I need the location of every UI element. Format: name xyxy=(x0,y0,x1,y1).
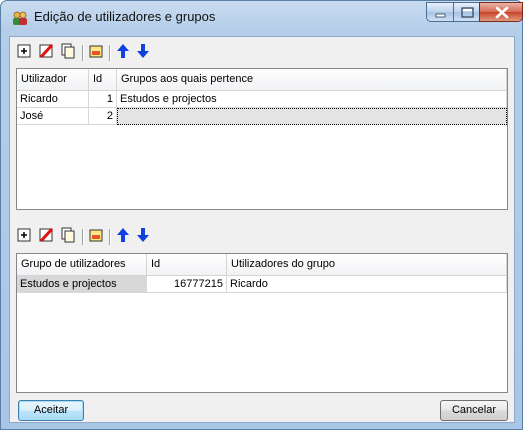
maximize-button[interactable] xyxy=(453,2,480,22)
minimize-icon xyxy=(435,13,446,18)
toolbar-separator xyxy=(109,229,111,245)
table-row[interactable]: Ricardo 1 Estudos e projectos xyxy=(17,91,507,108)
minimize-button[interactable] xyxy=(426,2,454,22)
column-header-id[interactable]: Id xyxy=(89,69,117,90)
move-down-icon[interactable] xyxy=(135,43,153,61)
close-button[interactable] xyxy=(479,2,523,22)
dialog-window: Edição de utilizadores e grupos Utilizad… xyxy=(0,0,523,430)
toolbar-separator xyxy=(82,229,84,245)
title-bar[interactable]: Edição de utilizadores e grupos xyxy=(1,1,523,35)
column-header-id[interactable]: Id xyxy=(147,254,227,275)
table-row[interactable]: Estudos e projectos 16777215 Ricardo xyxy=(17,276,507,293)
toolbar-separator xyxy=(109,45,111,61)
column-header-user[interactable]: Utilizador xyxy=(17,69,89,90)
maximize-icon xyxy=(461,7,474,18)
copy-icon[interactable] xyxy=(60,227,78,245)
cancel-button[interactable]: Cancelar xyxy=(440,400,508,421)
edit-icon[interactable] xyxy=(88,227,106,245)
cell-id[interactable]: 16777215 xyxy=(147,276,227,293)
column-header-groups[interactable]: Grupos aos quais pertence xyxy=(117,69,507,90)
delete-icon[interactable] xyxy=(38,43,56,61)
cell-user[interactable]: José xyxy=(17,108,89,125)
window-title: Edição de utilizadores e grupos xyxy=(34,9,216,24)
toolbar-separator xyxy=(82,45,84,61)
accept-button[interactable]: Aceitar xyxy=(18,400,84,421)
cell-user[interactable]: Ricardo xyxy=(17,91,89,108)
add-icon[interactable] xyxy=(16,227,34,245)
cell-groups[interactable]: Estudos e projectos xyxy=(117,91,507,108)
move-up-icon[interactable] xyxy=(115,227,133,245)
edit-icon[interactable] xyxy=(88,43,106,61)
cell-group[interactable]: Estudos e projectos xyxy=(17,276,147,293)
cell-id[interactable]: 2 xyxy=(89,108,117,125)
move-up-icon[interactable] xyxy=(115,43,133,61)
panel-splitter[interactable] xyxy=(10,213,514,217)
column-header-group[interactable]: Grupo de utilizadores xyxy=(17,254,147,275)
table-header: Utilizador Id Grupos aos quais pertence xyxy=(17,69,507,91)
copy-icon[interactable] xyxy=(60,43,78,61)
users-icon xyxy=(11,10,29,26)
table-header: Grupo de utilizadores Id Utilizadores do… xyxy=(17,254,507,276)
close-icon xyxy=(495,6,509,19)
move-down-icon[interactable] xyxy=(135,227,153,245)
cell-users[interactable]: Ricardo xyxy=(227,276,507,293)
cell-id[interactable]: 1 xyxy=(89,91,117,108)
users-table[interactable]: Utilizador Id Grupos aos quais pertence … xyxy=(16,68,508,210)
groups-table[interactable]: Grupo de utilizadores Id Utilizadores do… xyxy=(16,253,508,393)
delete-icon[interactable] xyxy=(38,227,56,245)
dialog-body: Utilizador Id Grupos aos quais pertence … xyxy=(9,36,515,423)
column-header-users[interactable]: Utilizadores do grupo xyxy=(227,254,507,275)
cell-groups-editing[interactable] xyxy=(117,108,507,125)
add-icon[interactable] xyxy=(16,43,34,61)
table-row[interactable]: José 2 xyxy=(17,108,507,125)
